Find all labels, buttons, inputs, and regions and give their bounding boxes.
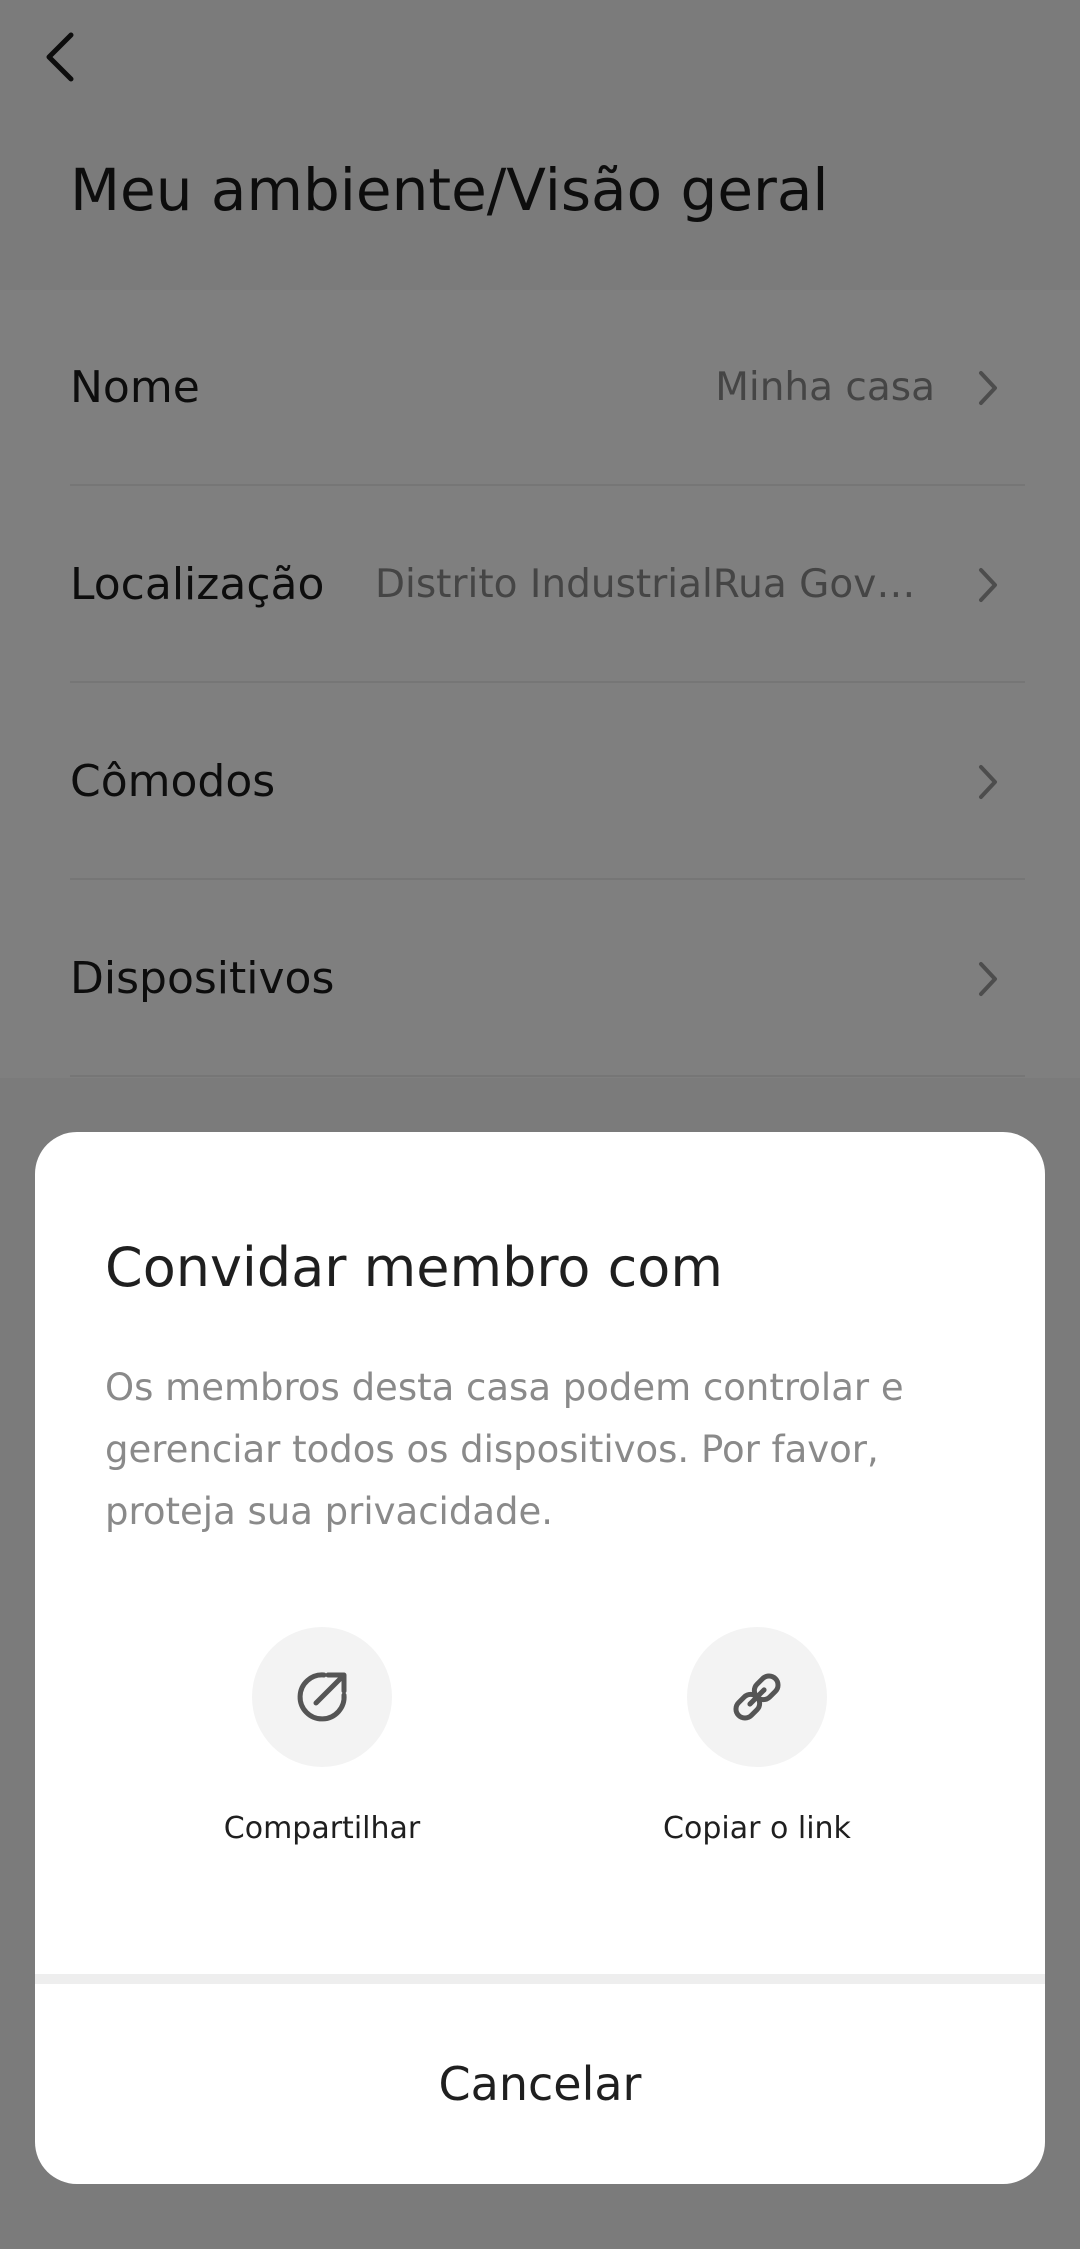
- dialog-title: Convidar membro com: [105, 1236, 723, 1299]
- copy-link-button[interactable]: [687, 1627, 827, 1767]
- dialog-description: Os membros desta casa podem controlar e …: [105, 1366, 904, 1533]
- share-label: Compartilhar: [223, 1811, 421, 1846]
- link-icon: [733, 1673, 781, 1721]
- share-icon: [297, 1672, 347, 1722]
- share-button[interactable]: [252, 1627, 392, 1767]
- dialog-separator: [35, 1974, 1045, 1984]
- cancel-button[interactable]: Cancelar: [35, 1984, 1045, 2184]
- copy-link-label: Copiar o link: [663, 1811, 851, 1846]
- invite-member-dialog: Convidar membro com Os membros desta cas…: [35, 1132, 1045, 2184]
- share-option[interactable]: Compartilhar: [172, 1627, 472, 1887]
- copy-link-option[interactable]: Copiar o link: [607, 1627, 907, 1887]
